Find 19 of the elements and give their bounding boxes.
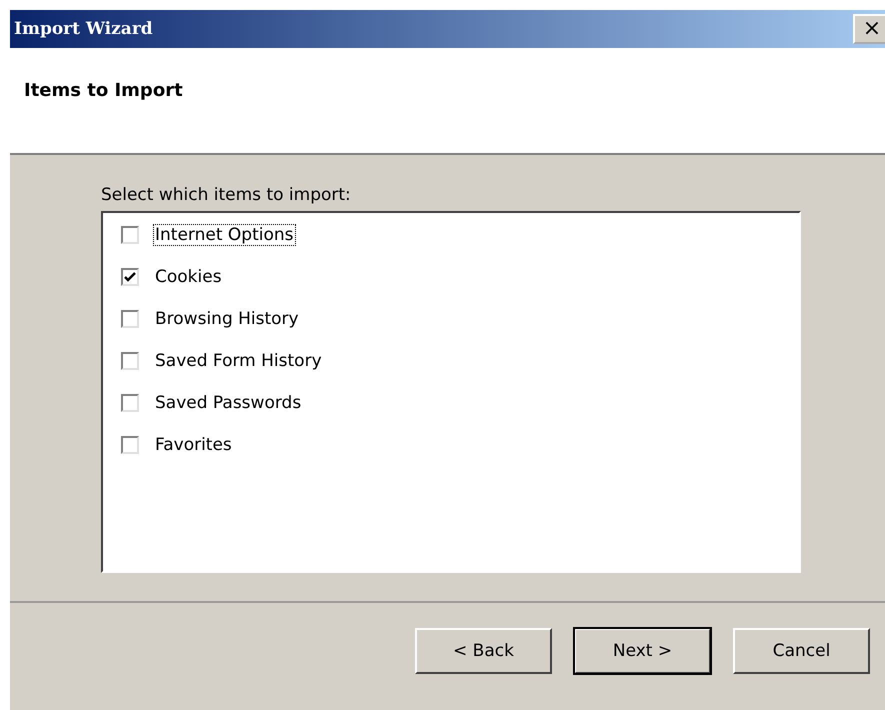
window-title: Import Wizard <box>14 19 153 39</box>
checkbox-label[interactable]: Saved Passwords <box>153 392 304 414</box>
checkbox[interactable] <box>121 394 139 412</box>
checkbox-label[interactable]: Cookies <box>153 266 224 288</box>
checkbox[interactable] <box>121 268 139 286</box>
checkbox[interactable] <box>121 310 139 328</box>
wizard-button[interactable]: Cancel <box>733 628 870 674</box>
checkbox-label[interactable]: Internet Options <box>153 224 296 246</box>
wizard-button[interactable]: Next > <box>574 628 711 674</box>
checkbox-label[interactable]: Browsing History <box>153 308 301 330</box>
checkbox[interactable] <box>121 352 139 370</box>
checkbox-label[interactable]: Favorites <box>153 434 234 456</box>
close-button[interactable]: × <box>853 14 885 44</box>
wizard-button[interactable]: < Back <box>415 628 552 674</box>
checkbox-label[interactable]: Saved Form History <box>153 350 324 372</box>
page-heading: Items to Import <box>24 80 183 101</box>
prompt-label: Select which items to import: <box>101 185 352 205</box>
checkbox[interactable] <box>121 436 139 454</box>
checkbox[interactable] <box>121 226 139 244</box>
